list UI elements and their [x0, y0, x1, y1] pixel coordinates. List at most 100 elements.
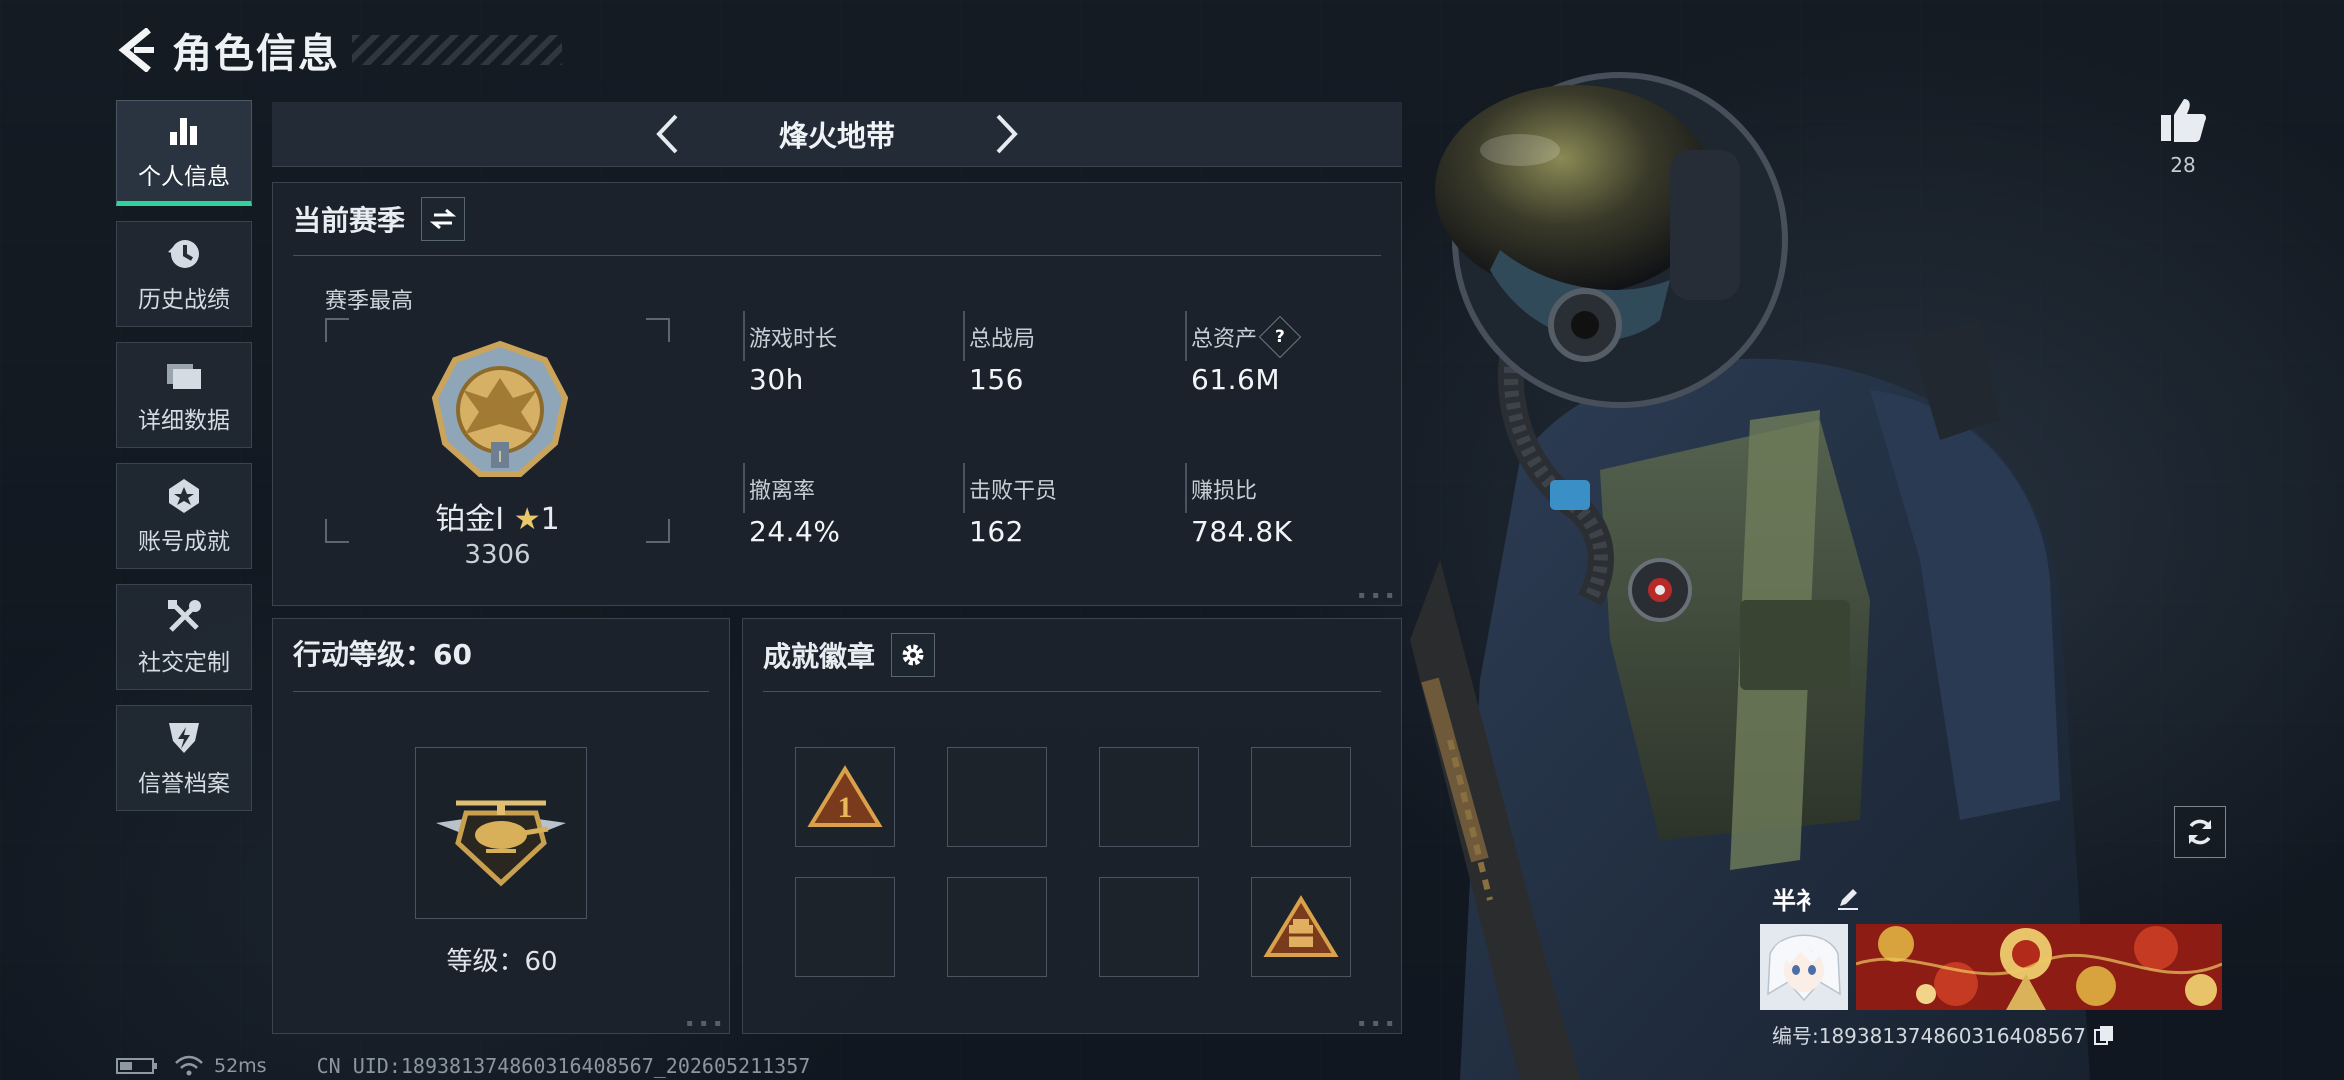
- sidebar-item-label: 个人信息: [138, 164, 230, 190]
- panel-decoration: ▪ ▪ ▪: [686, 1018, 723, 1029]
- achievement-slot-empty[interactable]: [1099, 747, 1199, 847]
- level-badge[interactable]: [415, 747, 587, 919]
- stat-divider: [963, 311, 965, 361]
- achievement-slot-empty[interactable]: [1099, 877, 1199, 977]
- player-id-row: 编号:18938137486031640856​7: [1760, 1020, 2230, 1049]
- svg-text:I: I: [498, 449, 502, 466]
- achievement-grid: 1: [795, 747, 1351, 977]
- history-clock-icon: [164, 234, 204, 274]
- divider: [293, 691, 709, 692]
- achievement-slot[interactable]: 1: [795, 747, 895, 847]
- divider: [763, 691, 1381, 692]
- sidebar-item-label: 社交定制: [138, 650, 230, 676]
- divider: [293, 255, 1381, 256]
- sidebar: 个人信息 历史战绩 详细数据 账号成就 社交定制 信誉档案: [116, 100, 254, 826]
- achievements-title: 成就徽章: [763, 640, 876, 673]
- achievement-slot-empty[interactable]: [1251, 747, 1351, 847]
- sidebar-item-label: 账号成就: [138, 529, 230, 555]
- copy-icon: [2093, 1025, 2113, 1045]
- thumbs-up-icon: [2161, 99, 2206, 142]
- sidebar-item-credit-record[interactable]: 信誉档案: [116, 705, 252, 811]
- stat-value: 61.6M: [1191, 363, 1281, 396]
- sidebar-item-history[interactable]: 历史战绩: [116, 221, 252, 327]
- level-header: 行动等级：60: [293, 633, 472, 673]
- stat-divider: [743, 311, 745, 361]
- sidebar-item-personal-info[interactable]: 个人信息: [116, 100, 252, 206]
- medal-icon: [164, 476, 204, 516]
- folder-icon: [164, 355, 204, 395]
- back-arrow-icon: [118, 28, 154, 72]
- stat-value: 30h: [749, 363, 804, 396]
- switch-season-button[interactable]: [421, 197, 466, 241]
- help-button[interactable]: ?: [1258, 315, 1302, 359]
- season-header: 当前赛季: [293, 197, 466, 241]
- achievements-header: 成就徽章: [763, 633, 936, 677]
- stat-value: 784.8K: [1191, 515, 1293, 548]
- chevron-left-icon: [656, 114, 678, 154]
- stat-value: 162: [969, 515, 1024, 548]
- achievement-slot[interactable]: [1251, 877, 1351, 977]
- tools-icon: [164, 597, 204, 637]
- sidebar-item-label: 信誉档案: [138, 771, 230, 797]
- rank-frame: I 铂金Ⅰ ★1 3306: [325, 318, 670, 570]
- chevron-right-icon: [996, 114, 1018, 154]
- level-title: 行动等级：60: [293, 638, 472, 671]
- profile-card: 半衤: [1760, 878, 2230, 1049]
- avatar[interactable]: [1760, 924, 1848, 1010]
- achievement-slot-empty[interactable]: [947, 747, 1047, 847]
- stat-label-text: 总资产: [1191, 327, 1258, 352]
- profile-banner[interactable]: [1856, 924, 2222, 1010]
- edit-name-button[interactable]: [1834, 884, 1862, 912]
- achievement-settings-button[interactable]: [891, 633, 936, 677]
- stat-divider: [963, 463, 965, 513]
- page-title: 角色信息: [172, 31, 340, 77]
- bar-chart-icon: [164, 111, 204, 151]
- uid-text: CN UID:18938137486031640856​7_2026052113…: [316, 1054, 811, 1078]
- title-decoration: [352, 35, 562, 65]
- refresh-icon: [2188, 819, 2212, 845]
- like-button[interactable]: 28: [2150, 95, 2216, 177]
- supply-badge-icon: [1263, 895, 1339, 957]
- stat-label: 击败干员: [969, 479, 1058, 504]
- panel-decoration: ▪ ▪ ▪: [1358, 590, 1395, 601]
- sidebar-item-social-custom[interactable]: 社交定制: [116, 584, 252, 690]
- player-id: 编号:18938137486031640856​7: [1772, 1024, 2086, 1048]
- next-mode-button[interactable]: [987, 109, 1027, 159]
- shield-lightning-icon: [164, 718, 204, 758]
- stat-value: 156: [969, 363, 1024, 396]
- platinum-rank-badge: I: [431, 340, 569, 477]
- rank-score: 3306: [464, 540, 531, 570]
- help-icon: ?: [1275, 327, 1285, 347]
- ping-text: 52ms: [214, 1055, 267, 1077]
- achievement-slot-empty[interactable]: [947, 877, 1047, 977]
- season-best-label: 赛季最高: [325, 289, 414, 314]
- stat-divider: [743, 463, 745, 513]
- gear-icon: [902, 644, 924, 666]
- pencil-icon: [1838, 889, 1858, 910]
- stat-profit-ratio: 赚损比 784.8K: [1191, 473, 1293, 548]
- stat-play-time: 游戏时长 30h: [749, 321, 837, 396]
- mode-selector: 烽火地带: [272, 102, 1402, 167]
- sidebar-item-label: 详细数据: [138, 408, 230, 434]
- frame-corner: [325, 318, 349, 342]
- sidebar-item-achievements[interactable]: 账号成就: [116, 463, 252, 569]
- player-name: 半衤: [1772, 886, 1820, 915]
- svg-text:1: 1: [838, 791, 853, 824]
- sidebar-item-detailed-data[interactable]: 详细数据: [116, 342, 252, 448]
- stat-label: 赚损比: [1191, 479, 1258, 504]
- stat-divider: [1185, 311, 1187, 361]
- wifi-icon: [175, 1055, 203, 1076]
- back-button[interactable]: [110, 24, 162, 76]
- swap-icon: [430, 208, 457, 230]
- rank-one-badge-icon: 1: [807, 765, 883, 827]
- copy-id-button[interactable]: [2092, 1023, 2116, 1047]
- sidebar-item-label: 历史战绩: [138, 287, 230, 313]
- rank-tier: 铂金Ⅰ: [435, 502, 505, 537]
- profile-images: [1760, 924, 2230, 1010]
- achievement-slot-empty[interactable]: [795, 877, 895, 977]
- header: 角色信息: [110, 22, 562, 78]
- refresh-button[interactable]: [2174, 806, 2226, 858]
- status-bar: 52ms CN UID:18938137486031640856​7_20260…: [116, 1052, 810, 1080]
- level-text: 等级：60: [446, 947, 558, 977]
- prev-mode-button[interactable]: [647, 109, 687, 159]
